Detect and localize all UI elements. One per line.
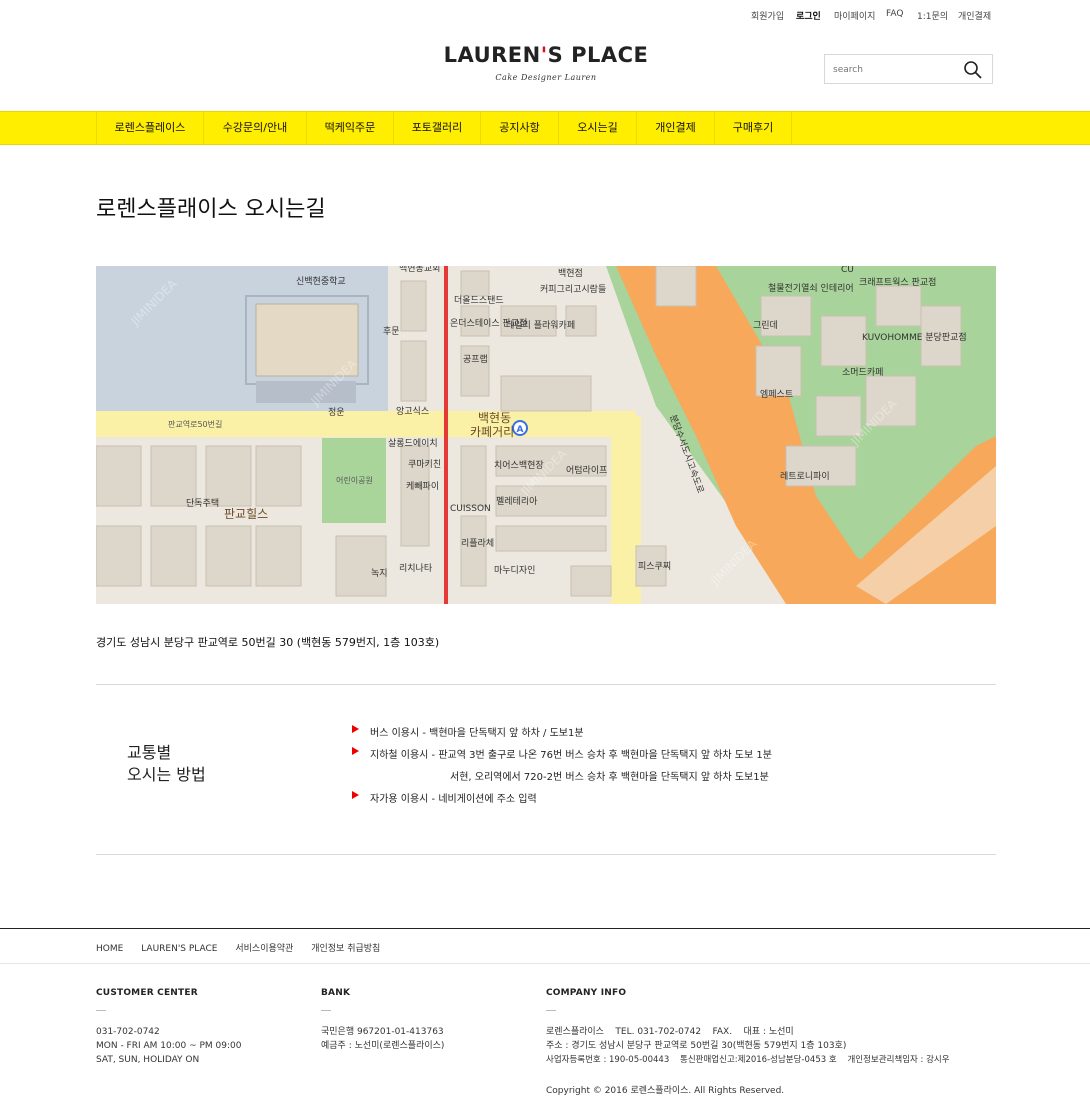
footer-link-home[interactable]: HOME: [96, 944, 123, 954]
map-label: 소머드카페: [842, 367, 883, 378]
footer-link-terms[interactable]: 서비스이용약관: [235, 944, 293, 954]
map-label: 어린이공원: [336, 475, 373, 485]
nav-item-reviews[interactable]: 구매후기: [714, 112, 792, 144]
map-label: 녹지: [371, 568, 388, 579]
nav-item-directions[interactable]: 오시는길: [558, 112, 636, 144]
logo-subtitle: Cake Designer Lauren: [495, 73, 597, 82]
page-title: 로렌스플래이스 오시는길: [96, 197, 326, 222]
nav-item-notice[interactable]: 공지사항: [480, 112, 558, 144]
search-icon[interactable]: [963, 60, 983, 80]
transport-title: 교통별 오시는 방법: [127, 743, 206, 784]
search-input[interactable]: [833, 62, 953, 78]
map-label: 공프랩: [463, 353, 488, 365]
divider: [96, 854, 996, 855]
map-label: 백현점: [558, 267, 583, 279]
arrow-right-icon: [352, 725, 359, 733]
map-label: 피스쿠찌: [638, 561, 671, 572]
map-label: 백현동교회: [399, 266, 440, 274]
map-label: 후문: [383, 326, 400, 337]
map-label: 크래프트웍스 판교점: [859, 276, 936, 288]
map-label: KUVOHOMME 분당판교점: [862, 331, 967, 343]
divider: [96, 684, 996, 685]
nav-item-laurens-place[interactable]: 로렌스플레이스: [96, 112, 203, 144]
map-label: 레트로니파이: [780, 471, 830, 482]
top-links: 회원가입 로그인 마이페이지 FAQ 1:1문의 개인결제: [0, 9, 1090, 23]
bank-info: BANK 국민은행 967201-01-413763 예금주 : 노선미(로렌스…: [321, 988, 445, 1051]
map-label: 판교역로50번길: [168, 419, 222, 429]
map-label: 엠페스트: [760, 388, 793, 400]
map-label: 정운: [328, 407, 345, 418]
customer-center: CUSTOMER CENTER 031-702-0742 MON - FRI A…: [96, 988, 242, 1065]
map-label: 신백현중학교: [296, 276, 346, 287]
footer-divider: [0, 928, 1090, 929]
main-nav: 로렌스플레이스 수강문의/안내 떡케익주문 포토갤러리 공지사항 오시는길 개인…: [0, 111, 1090, 145]
personal-payment-link[interactable]: 개인결제: [958, 9, 991, 22]
map-label: 어텀라이프: [566, 464, 607, 476]
footer-link-privacy[interactable]: 개인정보 취급방침: [311, 944, 380, 954]
map-label: 판교힐스: [224, 507, 268, 521]
login-link[interactable]: 로그인: [796, 9, 821, 22]
map-label: 살롱드에이치: [388, 437, 438, 449]
arrow-right-icon: [352, 791, 359, 799]
map-label: 데일리 플라워카페: [506, 320, 575, 331]
site-logo[interactable]: LAUREN'S PLACE Cake Designer Lauren: [440, 43, 652, 82]
address: 경기도 성남시 분당구 판교역로 50번길 30 (백현동 579번지, 1층 …: [96, 636, 440, 649]
map-label: 커피그리고시람들: [540, 283, 606, 295]
map-label: 철물전기열쇠 인테리어: [768, 283, 854, 294]
map-label: 카페거리: [470, 425, 514, 439]
nav-item-rice-cake-order[interactable]: 떡케익주문: [306, 112, 393, 144]
company-info: COMPANY INFO 로렌스플라이스 TEL. 031-702-0742 F…: [546, 988, 950, 1065]
search-box: [824, 54, 993, 84]
map-label: CUISSON: [450, 504, 491, 514]
map-label: 쿠마키친: [408, 459, 441, 470]
map-label: 리치나타: [399, 562, 433, 574]
nav-item-personal-payment[interactable]: 개인결제: [636, 112, 714, 144]
map-label: 그린데: [753, 320, 778, 331]
faq-link[interactable]: FAQ: [886, 9, 903, 19]
location-map[interactable]: A 신백현중학교 더올드스탠드 온더스테이스 판교점 데일리 플라워카페 공프랩…: [96, 266, 996, 604]
join-link[interactable]: 회원가입: [751, 9, 784, 22]
inquiry-link[interactable]: 1:1문의: [917, 9, 948, 22]
map-marker-label: A: [517, 425, 524, 435]
logo-text: LAUREN'S PLACE: [443, 43, 649, 67]
nav-item-class-inquiry[interactable]: 수강문의/안내: [203, 112, 306, 144]
map-label: 마누디자인: [494, 565, 535, 576]
map-label: 리플라체: [461, 538, 494, 549]
map-label: 펠레테리아: [496, 495, 538, 507]
arrow-right-icon: [352, 747, 359, 755]
map-label: 더올드스탠드: [454, 295, 504, 306]
footer-link-about[interactable]: LAUREN'S PLACE: [141, 944, 217, 954]
map-label: CU: [841, 266, 854, 275]
footer-divider: [0, 963, 1090, 964]
map-label: 백현동: [478, 411, 511, 425]
map-label: 케빼파이: [406, 481, 439, 492]
map-label: 단독주택: [186, 498, 219, 509]
mypage-link[interactable]: 마이페이지: [834, 9, 875, 22]
copyright: Copyright © 2016 로렌스플라이스. All Rights Res…: [546, 1086, 785, 1096]
nav-item-photo-gallery[interactable]: 포토갤러리: [393, 112, 480, 144]
map-label: 앙고식스: [396, 405, 429, 417]
footer-links: HOME LAUREN'S PLACE 서비스이용약관 개인정보 취급방침: [96, 941, 395, 954]
